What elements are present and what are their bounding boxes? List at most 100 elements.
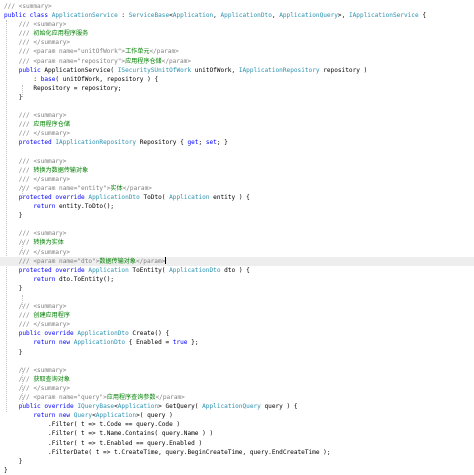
code-line[interactable]: return entity.ToDto(); xyxy=(0,202,474,211)
code-line[interactable]: /// 转换为实体 xyxy=(0,238,474,247)
code-line[interactable]: /// <param name="repository">应用程序仓储</par… xyxy=(0,57,474,66)
code-token: ISecuritySUnitOfWork xyxy=(117,66,192,74)
code-token: 工作单元 xyxy=(125,48,150,56)
code-token: Application xyxy=(169,193,210,201)
code-line[interactable]: protected override ApplicationDto ToDto(… xyxy=(0,193,474,202)
code-line[interactable]: .FilterDate( t => t.CreateTime, query.Be… xyxy=(0,448,474,457)
code-token: /// xyxy=(18,166,34,174)
code-token: /// </summary> xyxy=(18,321,71,329)
code-token: .Filter( t => t.Code == query.Code ) xyxy=(48,421,181,429)
code-token: } xyxy=(4,466,8,474)
code-line[interactable]: } xyxy=(0,284,474,293)
code-line[interactable]: } xyxy=(0,466,474,475)
code-token: /// <param name="dto"> xyxy=(18,257,100,265)
code-token: } xyxy=(18,212,23,220)
code-line[interactable]: public ApplicationService( ISecuritySUni… xyxy=(0,66,474,75)
code-line[interactable]: /// <summary> xyxy=(0,20,474,29)
code-token: /// <summary> xyxy=(4,3,52,10)
code-token: /// <param name="unitOfWork"> xyxy=(18,48,126,56)
code-token: ApplicationService( xyxy=(44,66,118,74)
code-token: ApplicationDto xyxy=(88,193,140,201)
code-token: ApplicationDto xyxy=(220,12,272,20)
code-line[interactable]: /// </summary> xyxy=(0,175,474,184)
code-line[interactable] xyxy=(0,148,474,157)
code-line[interactable]: return new ApplicationDto { Enabled = tr… xyxy=(0,338,474,347)
code-editor[interactable]: /// <summary> public class ApplicationSer… xyxy=(0,0,474,474)
code-line[interactable]: /// 创建应用程序 xyxy=(0,311,474,320)
code-line[interactable]: Repository = repository; xyxy=(0,84,474,93)
code-line[interactable]: /// <param name="unitOfWork">工作单元</param… xyxy=(0,47,474,56)
code-line[interactable]: /// <summary> xyxy=(0,2,474,11)
code-line[interactable]: /// </summary> xyxy=(0,129,474,138)
code-line[interactable]: /// <summary> xyxy=(0,302,474,311)
code-line[interactable]: /// <param name="entity">实体</param> xyxy=(0,184,474,193)
code-token: : xyxy=(117,12,129,20)
code-line[interactable]: .Filter( t => t.Code == query.Code ) xyxy=(0,420,474,429)
code-line[interactable]: /// <param name="dto">数据传输对象</param> xyxy=(0,256,474,266)
code-line[interactable] xyxy=(0,102,474,111)
code-token: /// <param name="repository"> xyxy=(18,57,126,65)
code-token: 应用程序查询参数 xyxy=(106,394,156,402)
code-line[interactable]: /// 获取查询对象 xyxy=(0,375,474,384)
code-line[interactable]: /// <param name="query">应用程序查询参数</param> xyxy=(0,393,474,402)
code-line[interactable] xyxy=(0,293,474,302)
code-line[interactable]: /// <summary> xyxy=(0,157,474,166)
code-line[interactable] xyxy=(0,357,474,366)
code-token: 转换为实体 xyxy=(33,239,64,247)
code-line[interactable]: protected IApplicationRepository Reposit… xyxy=(0,138,474,147)
code-line[interactable]: } xyxy=(0,348,474,357)
code-token: base xyxy=(40,75,56,83)
code-line[interactable]: } xyxy=(0,211,474,220)
code-line[interactable]: public override IQueryBase<Application> … xyxy=(0,402,474,411)
code-token: Application xyxy=(95,412,137,420)
code-line[interactable]: return new Query<Application>( query ) xyxy=(0,411,474,420)
text-caret xyxy=(165,257,167,265)
code-token: /// xyxy=(18,121,34,129)
code-line[interactable]: /// </summary> xyxy=(0,384,474,393)
code-line[interactable]: public class ApplicationService : Servic… xyxy=(0,11,474,20)
code-token: , xyxy=(213,12,221,20)
code-line[interactable]: return dto.ToEntity(); xyxy=(0,275,474,284)
code-line[interactable]: /// 初始化应用程序服务 xyxy=(0,29,474,38)
code-line[interactable] xyxy=(0,220,474,229)
code-line[interactable]: .Filter( t => t.Enabled == query.Enabled… xyxy=(0,439,474,448)
code-line[interactable]: /// <summary> xyxy=(0,111,474,120)
code-line[interactable]: /// <summary> xyxy=(0,366,474,375)
code-line[interactable]: } xyxy=(0,457,474,466)
code-token: /// </summary> xyxy=(18,248,71,256)
code-token: return xyxy=(33,275,60,283)
code-line[interactable]: protected override Application ToEntity(… xyxy=(0,266,474,275)
code-token: entity ) { xyxy=(209,193,250,201)
code-line[interactable]: /// 应用程序仓储 xyxy=(0,120,474,129)
code-token: 应用程序仓储 xyxy=(125,57,162,65)
code-token: Repository { xyxy=(136,139,188,147)
code-token: IApplicationRepository xyxy=(238,66,320,74)
code-token: /// </summary> xyxy=(18,130,71,138)
code-token: } xyxy=(18,457,23,465)
code-line[interactable]: /// <summary> xyxy=(0,229,474,238)
code-line[interactable]: } xyxy=(0,93,474,102)
code-token: { xyxy=(418,12,426,20)
code-line[interactable]: public override ApplicationDto Create() … xyxy=(0,329,474,338)
code-token: </param> xyxy=(122,184,152,192)
code-line[interactable]: /// </summary> xyxy=(0,38,474,47)
code-token: /// <summary> xyxy=(18,21,67,29)
code-line[interactable]: : base( unitOfWork, repository ) { xyxy=(0,75,474,84)
code-line[interactable]: .Filter( t => t.Name.Contains( query.Nam… xyxy=(0,429,474,438)
code-line[interactable]: /// 转换为数据传输对象 xyxy=(0,166,474,175)
code-line[interactable]: /// </summary> xyxy=(0,320,474,329)
code-token: public override xyxy=(18,403,78,411)
code-token: /// xyxy=(18,239,34,247)
code-line[interactable]: /// </summary> xyxy=(0,248,474,257)
